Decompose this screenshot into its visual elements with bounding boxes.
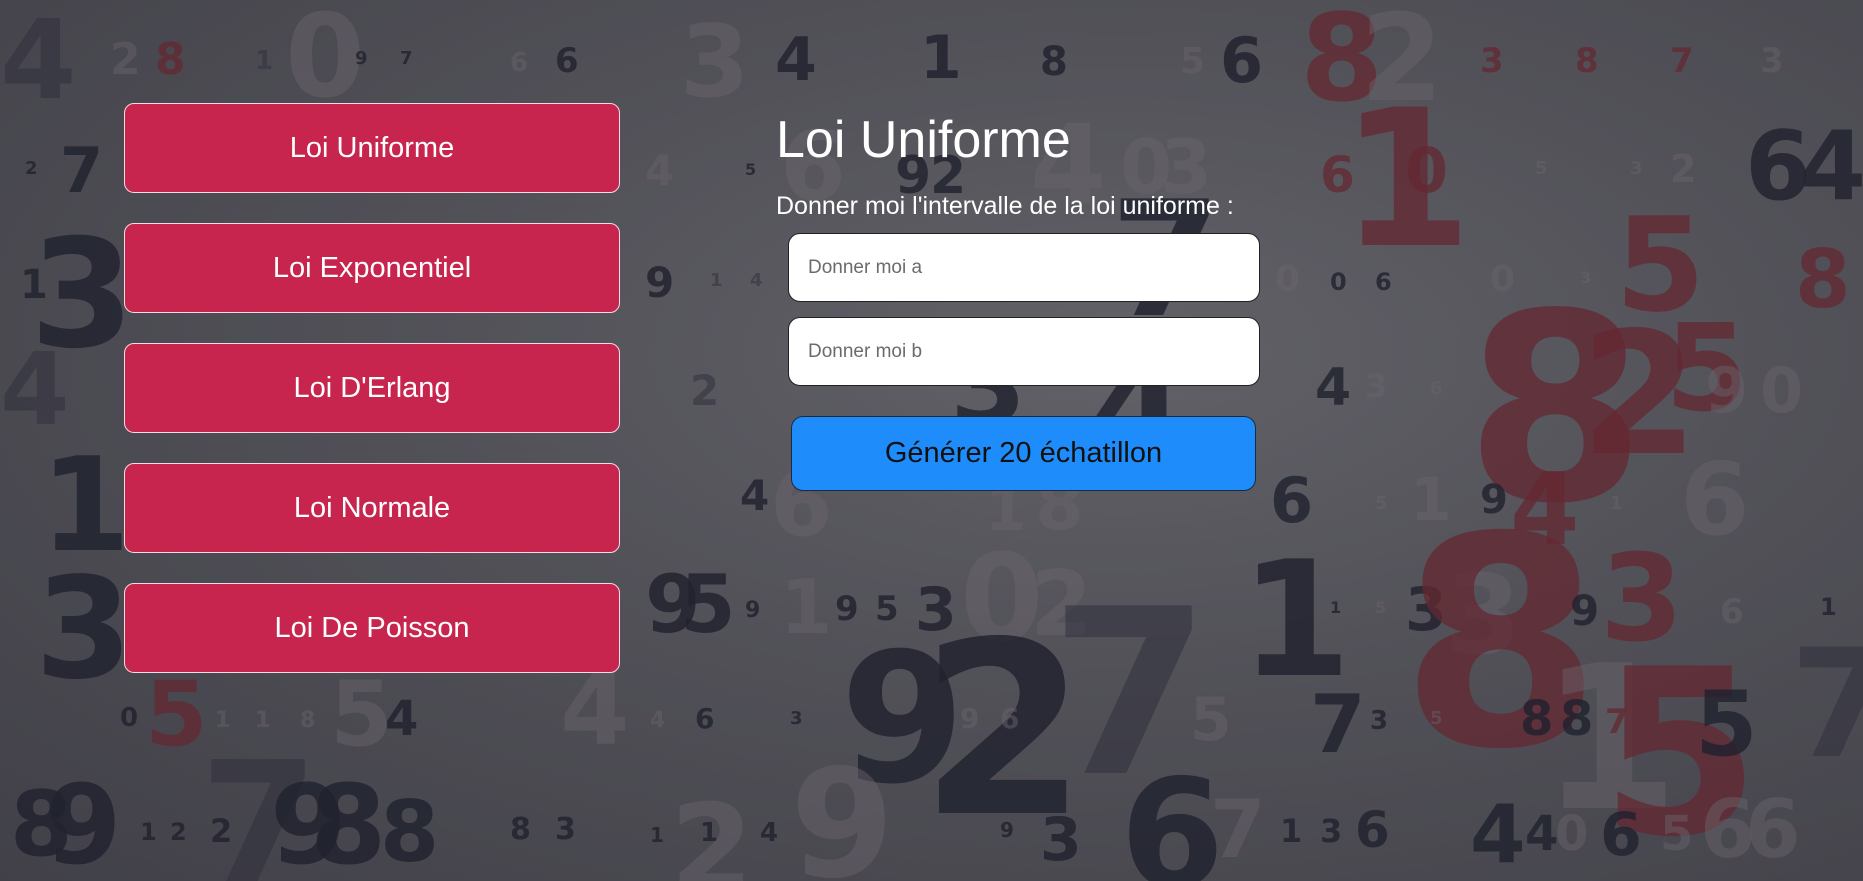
page-title: Loi Uniforme [776,111,1071,169]
sidebar-button-loi-erlang[interactable]: Loi D'Erlang [124,343,620,433]
sidebar-button-loi-exponentiel[interactable]: Loi Exponentiel [124,223,620,313]
sidebar-button-loi-uniforme[interactable]: Loi Uniforme [124,103,620,193]
generate-samples-button[interactable]: Générer 20 échatillon [791,416,1256,492]
input-b-field[interactable] [788,317,1260,387]
sidebar-button-loi-normale[interactable]: Loi Normale [124,463,620,553]
main-panel: Loi Uniforme Donner moi l'intervalle de … [776,111,1336,492]
page: 4 2 8 1 0 9 7 6 6 3 4 1 8 5 6 8 2 3 8 7 … [0,0,1863,881]
input-a-field[interactable] [788,233,1260,303]
sidebar-nav: Loi Uniforme Loi Exponentiel Loi D'Erlan… [124,103,620,703]
sidebar-button-loi-poisson[interactable]: Loi De Poisson [124,583,620,673]
interval-prompt: Donner moi l'intervalle de la loi unifor… [776,192,1234,221]
